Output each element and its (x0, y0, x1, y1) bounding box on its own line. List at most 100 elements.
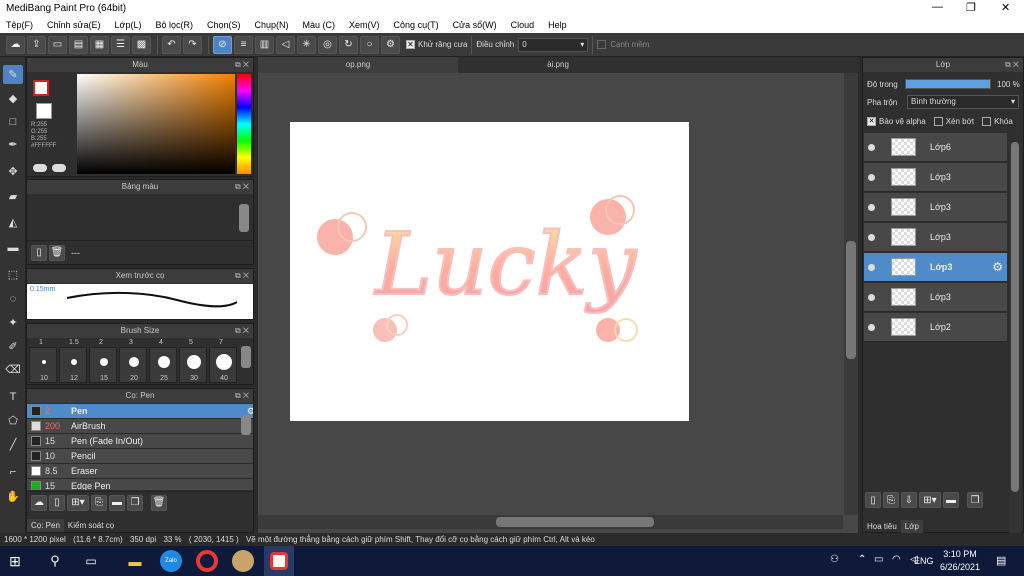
redo-icon[interactable]: ↷ (183, 35, 202, 54)
minimize-button[interactable]: — (932, 1, 943, 13)
close-button[interactable]: ✕ (1001, 1, 1010, 14)
trash-icon[interactable]: 🗑 (49, 244, 65, 261)
pen-tool-icon[interactable]: ✒ (3, 135, 23, 154)
brush-list-item[interactable]: 10 Pencil (27, 449, 253, 464)
gear-icon[interactable]: ⚙ (381, 35, 400, 54)
concentric-snap-icon[interactable]: ◎ (318, 35, 337, 54)
bucket-tool-icon[interactable]: ◭ (3, 213, 23, 232)
layer-row[interactable]: Lớp3 ⚙ (864, 253, 1007, 282)
battery-icon[interactable]: ▭ (874, 554, 883, 565)
chevron-up-icon[interactable]: ⌃ (858, 554, 866, 565)
file-explorer-icon[interactable]: ▬ (120, 554, 150, 569)
language-indicator[interactable]: ENG (914, 556, 934, 566)
close-icon[interactable]: ⧉ ✕ (235, 180, 249, 194)
primary-color-swatch[interactable] (33, 80, 49, 96)
list-icon[interactable]: ☰ (111, 35, 130, 54)
vertical-scroll-thumb[interactable] (846, 241, 856, 359)
divide-tool-icon[interactable]: ╱ (3, 435, 23, 454)
duplicate-icon[interactable]: ❐ (127, 494, 143, 511)
brush-size-cell[interactable]: 30 (179, 347, 207, 383)
tab-document-2[interactable]: ài.png (458, 57, 658, 73)
antialias-toggle[interactable]: ✕ Khử răng cưa (406, 40, 467, 49)
parallel-snap-icon[interactable]: ≡ (234, 35, 253, 54)
color-add-button[interactable] (52, 164, 66, 172)
soft-edge-checkbox[interactable] (597, 40, 607, 49)
tab-layers[interactable]: Lớp (900, 520, 923, 533)
select-tool-icon[interactable]: ⬚ (3, 265, 23, 284)
visibility-icon[interactable] (868, 323, 875, 331)
brush-list-item[interactable]: 15 Pen (Fade In/Out) (27, 434, 253, 449)
hand-tool-icon[interactable]: ✋ (3, 487, 23, 506)
visibility-icon[interactable] (868, 173, 875, 181)
menu-edit[interactable]: Chỉnh sửa(E) (47, 20, 101, 30)
brush-tool-icon[interactable]: ✎ (3, 65, 23, 84)
saturation-value-picker[interactable] (77, 74, 235, 174)
layers-scroll-thumb[interactable] (1011, 142, 1019, 492)
menu-help[interactable]: Help (548, 20, 567, 30)
move-tool-icon[interactable]: ✥ (3, 162, 23, 181)
eraser-tool-icon[interactable]: ◆ (3, 89, 23, 108)
lock-checkbox[interactable] (982, 117, 992, 126)
clip-checkbox[interactable] (933, 117, 943, 126)
wifi-icon[interactable]: ◠ (892, 554, 901, 565)
message-icon[interactable]: ▤ (69, 35, 88, 54)
brush-size-cell[interactable]: 15 (89, 347, 117, 383)
magic-wand-icon[interactable]: ✦ (3, 313, 23, 332)
tab-document-1[interactable]: op.png (258, 57, 458, 73)
visibility-icon[interactable] (868, 143, 875, 151)
gear-icon[interactable]: ⚙ (992, 260, 1003, 274)
clock[interactable]: 3:10 PM 6/26/2021 (940, 549, 980, 572)
new-palette-icon[interactable]: ▯ (31, 244, 47, 261)
close-icon[interactable]: ⧉ ✕ (1005, 58, 1019, 72)
drawing-canvas[interactable]: Lucky (290, 122, 689, 421)
horizontal-scroll-thumb[interactable] (496, 517, 654, 527)
new-brush-icon[interactable]: ▯ (49, 494, 65, 511)
vertical-scrollbar[interactable] (844, 73, 858, 515)
search-icon[interactable]: ⚲ (40, 553, 70, 569)
menu-color[interactable]: Màu (C) (303, 20, 336, 30)
color-toggle-button[interactable] (33, 164, 47, 172)
brush-list-item[interactable]: 8.5 Eraser (27, 464, 253, 479)
menu-cloud[interactable]: Cloud (511, 20, 535, 30)
secondary-color-swatch[interactable] (36, 103, 52, 119)
lasso-tool-icon[interactable]: ◌ (3, 289, 23, 308)
merge-layer-icon[interactable]: ⇩ (901, 492, 917, 508)
layer-row[interactable]: Lớp2 (864, 313, 1007, 342)
close-icon[interactable]: ⧉ ✕ (235, 58, 249, 72)
select-eraser-icon[interactable]: ⌫ (3, 360, 23, 379)
cloud-icon[interactable]: ☁ (6, 35, 25, 54)
undo-icon[interactable]: ↶ (162, 35, 181, 54)
windows-start-icon[interactable]: ⊞ (0, 553, 30, 570)
rectangle-tool-icon[interactable]: □ (3, 112, 23, 131)
add-brush-icon[interactable]: ⊞▾ (67, 494, 89, 511)
menu-view[interactable]: Xem(V) (349, 20, 380, 30)
brush-list-scrollbar[interactable] (241, 415, 251, 435)
copy-layer-icon[interactable]: ⎘ (883, 492, 899, 508)
brush-size-scrollbar[interactable] (241, 346, 251, 368)
maximize-button[interactable]: ❐ (966, 1, 976, 14)
radial-snap-icon[interactable]: ✳ (297, 35, 316, 54)
cloud-brush-icon[interactable]: ☁ (31, 494, 47, 511)
snap-off-icon[interactable]: ⊘ (213, 35, 232, 54)
layer-row[interactable]: Lớp6 (864, 133, 1007, 162)
fill-tool-icon[interactable]: ▰ (3, 187, 23, 206)
text-tool-icon[interactable]: T (3, 387, 23, 406)
brush-size-cell[interactable]: 25 (149, 347, 177, 383)
tab-navigator[interactable]: Hoa tiêu (863, 520, 901, 533)
upload-icon[interactable]: ⇪ (27, 35, 46, 54)
folder-icon[interactable]: ▬ (943, 492, 959, 508)
menu-file[interactable]: Tệp(F) (6, 20, 33, 30)
layer-row[interactable]: Lớp3 (864, 283, 1007, 312)
palette-scrollbar[interactable] (239, 204, 249, 232)
copy-brush-icon[interactable]: ⎘ (91, 494, 107, 511)
curve-snap-icon[interactable]: ↻ (339, 35, 358, 54)
layers-scrollbar[interactable] (1009, 142, 1021, 540)
menu-window[interactable]: Cửa sổ(W) (453, 20, 497, 30)
layer-row[interactable]: Lớp3 (864, 193, 1007, 222)
medibang-icon[interactable] (264, 546, 294, 576)
tab-brush-control[interactable]: Kiểm soát cọ (64, 519, 118, 532)
opacity-slider[interactable] (905, 79, 991, 89)
visibility-icon[interactable] (868, 203, 875, 211)
visibility-icon[interactable] (868, 263, 875, 271)
paint-app-icon[interactable] (232, 550, 254, 572)
